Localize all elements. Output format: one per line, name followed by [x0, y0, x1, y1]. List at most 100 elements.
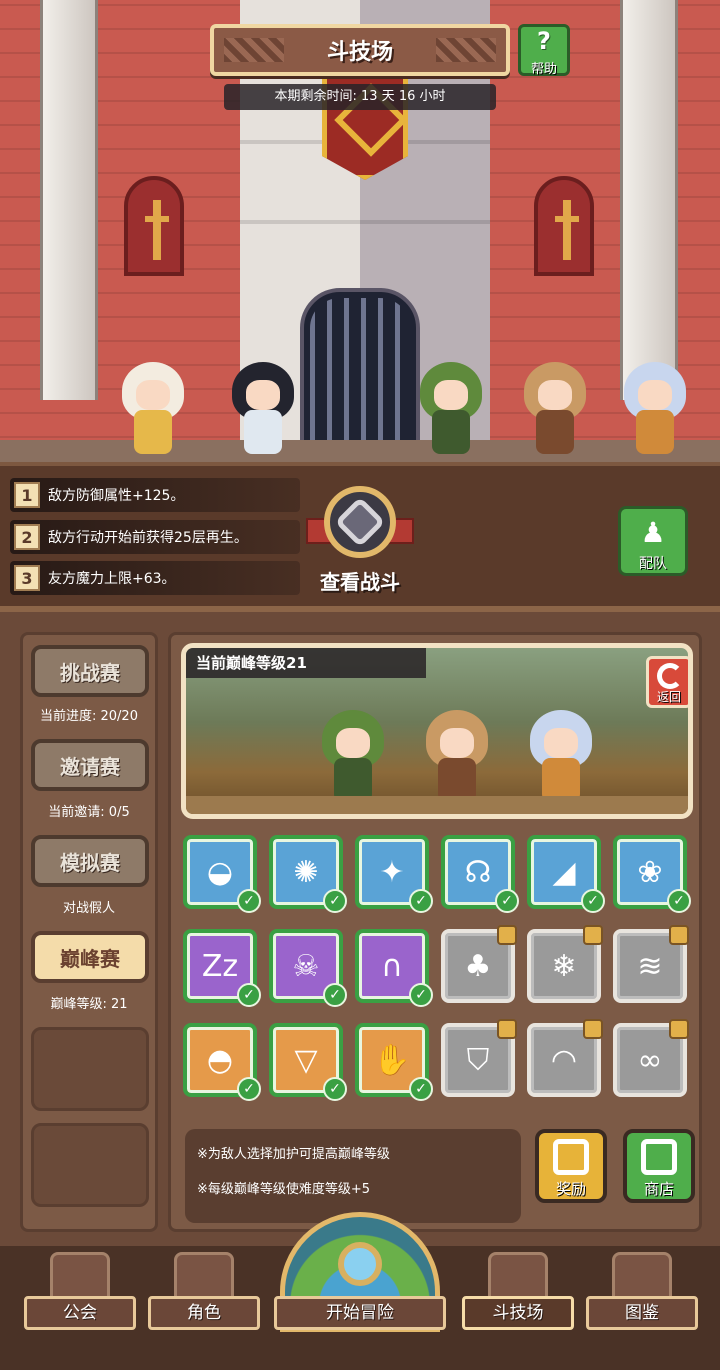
reward-label: 奖励 — [555, 1180, 586, 1198]
invitation-mode-button[interactable]: 邀请赛 — [31, 739, 149, 791]
lock-icon — [497, 1019, 517, 1039]
chest-icon — [553, 1139, 589, 1175]
nav-label: 开始冒险 — [274, 1296, 446, 1330]
hero-swordswoman — [222, 350, 304, 458]
check-icon: ✓ — [323, 1077, 347, 1101]
modifier-text: 敌方行动开始前获得25层再生。 — [48, 530, 248, 546]
preview-hero-beastgirl — [416, 698, 498, 806]
challenge-progress: 当前进度: 20/20 — [40, 709, 138, 724]
check-icon: ✓ — [667, 889, 691, 913]
magnifier-icon — [338, 1242, 382, 1286]
lock-icon — [583, 925, 603, 945]
time-remaining: 本期剩余时间: 13 天 16 小时 — [224, 84, 496, 110]
hero-beastgirl — [514, 350, 596, 458]
nav-codex[interactable]: 图鉴 — [586, 1246, 698, 1356]
empty-mode-slot — [31, 1027, 149, 1111]
modifier-text: 敌方防御属性+125。 — [48, 488, 185, 504]
buff-cell[interactable]: ✺ ✓ — [269, 835, 347, 913]
buff-cell[interactable]: ☊ ✓ — [441, 835, 519, 913]
challenge-mode-button[interactable]: 挑战赛 — [31, 645, 149, 697]
arena-gate — [300, 288, 420, 462]
shop-button[interactable]: 商店 — [623, 1129, 695, 1203]
lock-icon — [669, 1019, 689, 1039]
hero-frostgirl — [614, 350, 696, 458]
modifier-number: 2 — [14, 524, 40, 550]
return-arrow-icon — [657, 663, 683, 689]
check-icon: ✓ — [323, 983, 347, 1007]
bottom-nav: 公会 角色 开始冒险 斗技场 图鉴 — [0, 1212, 720, 1370]
check-icon: ✓ — [495, 889, 519, 913]
team-icon: ♟ — [640, 516, 666, 549]
buff-cell[interactable]: ◒ ✓ — [183, 835, 261, 913]
check-icon: ✓ — [409, 1077, 433, 1101]
arena-floor — [0, 440, 720, 462]
peak-panel: 当前巅峰等级21 返回 ※为敌人选择加护可提高巅峰等级 ※每级巅峰等级使难度等级… — [168, 632, 702, 1232]
simulation-mode-button[interactable]: 模拟赛 — [31, 835, 149, 887]
sword-niche-left — [124, 176, 184, 276]
buff-cell[interactable]: ♣ — [441, 925, 517, 1003]
buff-cell[interactable]: ∩ ✓ — [355, 929, 433, 1007]
team-setup-button[interactable]: ♟ 配队 — [618, 506, 688, 576]
nav-label: 公会 — [24, 1296, 136, 1330]
nav-label: 角色 — [148, 1296, 260, 1330]
buff-cell[interactable]: ☠ ✓ — [269, 929, 347, 1007]
page-title: 斗技场 — [326, 40, 393, 65]
help-button[interactable]: ? 帮助 — [518, 24, 570, 77]
check-icon: ✓ — [237, 1077, 261, 1101]
buff-cell[interactable]: ✋ ✓ — [355, 1023, 433, 1101]
buff-cell[interactable]: ∞ — [613, 1019, 689, 1097]
modifier-number: 1 — [14, 482, 40, 508]
lock-icon — [669, 925, 689, 945]
nav-arena[interactable]: 斗技场 — [462, 1246, 574, 1356]
modifier-number: 3 — [14, 565, 40, 591]
modifier-2: 2 敌方行动开始前获得25层再生。 — [10, 520, 300, 554]
modifier-3: 3 友方魔力上限+63。 — [10, 561, 300, 595]
buff-cell[interactable]: ▽ ✓ — [269, 1023, 347, 1101]
mode-list: 挑战赛 当前进度: 20/20 邀请赛 当前邀请: 0/5 模拟赛 对战假人 巅… — [20, 632, 158, 1232]
hero-priestess — [112, 350, 194, 458]
buff-cell[interactable]: Zz ✓ — [183, 929, 261, 1007]
check-icon: ✓ — [237, 983, 261, 1007]
buff-cell[interactable]: ❄ — [527, 925, 603, 1003]
simulation-desc: 对战假人 — [62, 901, 115, 916]
title-plate: 斗技场 — [210, 24, 510, 76]
lock-icon — [497, 925, 517, 945]
team-preview: 当前巅峰等级21 返回 — [181, 643, 693, 819]
buff-cell[interactable]: ≋ — [613, 925, 689, 1003]
view-battle-button[interactable]: 查看战斗 — [298, 478, 422, 600]
arena-banner — [322, 60, 408, 180]
check-icon: ✓ — [581, 889, 605, 913]
peak-level-info: 巅峰等级: 21 — [50, 997, 128, 1012]
modifier-text: 友方魔力上限+63。 — [48, 571, 176, 587]
sword-icon — [145, 200, 169, 260]
help-label: 帮助 — [530, 62, 557, 77]
nav-label: 斗技场 — [462, 1296, 574, 1330]
check-icon: ✓ — [323, 889, 347, 913]
modifier-1: 1 敌方防御属性+125。 — [10, 478, 300, 512]
view-battle-label: 查看战斗 — [320, 570, 400, 594]
check-icon: ✓ — [409, 889, 433, 913]
peak-mode-button[interactable]: 巅峰赛 — [31, 931, 149, 983]
nav-start-adventure[interactable]: 开始冒险 — [274, 1212, 446, 1350]
buff-cell[interactable]: ✦ ✓ — [355, 835, 433, 913]
buff-cell[interactable]: ❀ ✓ — [613, 835, 691, 913]
check-icon: ✓ — [237, 889, 261, 913]
sword-icon — [555, 200, 579, 260]
nav-guild[interactable]: 公会 — [24, 1246, 136, 1356]
buff-cell[interactable]: ⛉ — [441, 1019, 517, 1097]
buff-cell[interactable]: ◓ ✓ — [183, 1023, 261, 1101]
check-icon: ✓ — [409, 983, 433, 1007]
reward-button[interactable]: 奖励 — [535, 1129, 607, 1203]
buff-cell[interactable]: ◢ ✓ — [527, 835, 605, 913]
question-icon: ? — [537, 27, 551, 55]
nav-label: 图鉴 — [586, 1296, 698, 1330]
preview-hero-frostgirl — [520, 698, 602, 806]
invitation-count: 当前邀请: 0/5 — [48, 805, 130, 820]
pillar-right — [620, 0, 678, 400]
nav-character[interactable]: 角色 — [148, 1246, 260, 1356]
back-button[interactable]: 返回 — [646, 656, 688, 708]
empty-mode-slot — [31, 1123, 149, 1207]
buff-cell[interactable]: ◠ — [527, 1019, 603, 1097]
preview-hero-dryad — [312, 698, 394, 806]
team-label: 配队 — [639, 556, 667, 572]
